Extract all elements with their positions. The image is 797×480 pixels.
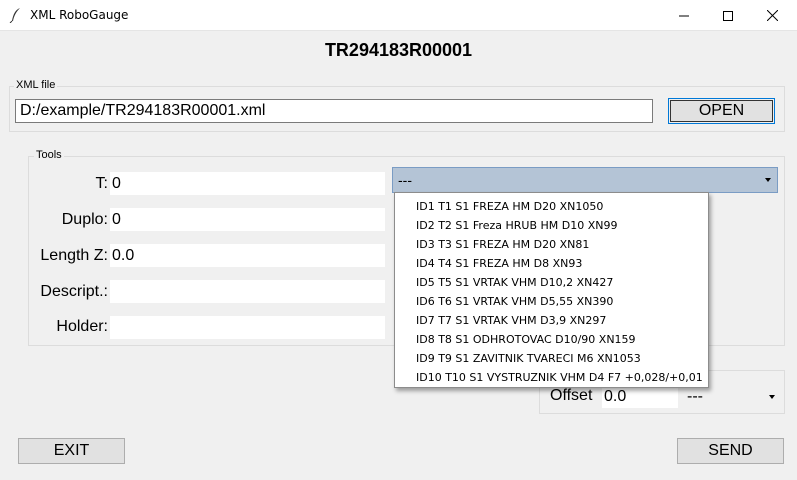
list-item[interactable]: ID7 T7 S1 VRTAK VHM D3,9 XN297: [395, 311, 708, 330]
list-item[interactable]: ID1 T1 S1 FREZA HM D20 XN1050: [395, 197, 708, 216]
list-item[interactable]: ID2 T2 S1 Freza HRUB HM D10 XN99: [395, 216, 708, 235]
list-item[interactable]: ID4 T4 S1 FREZA HM D8 XN93: [395, 254, 708, 273]
tool-holder-field[interactable]: [110, 316, 385, 339]
chevron-down-icon[interactable]: [765, 178, 771, 182]
list-item[interactable]: ID3 T3 S1 FREZA HM D20 XN81: [395, 235, 708, 254]
offset-select[interactable]: ---: [683, 386, 783, 408]
list-item[interactable]: ID10 T10 S1 VYSTRUZNIK VHM D4 F7 +0,028/…: [395, 368, 708, 387]
tool-t-field[interactable]: 0: [110, 172, 385, 195]
chevron-down-icon[interactable]: [769, 395, 775, 399]
tool-descript-field[interactable]: [110, 280, 385, 303]
list-item[interactable]: ID8 T8 S1 ODHROTOVAC D10/90 XN159: [395, 330, 708, 349]
tool-duplo-label: Duplo:: [61, 211, 108, 228]
tool-duplo-field[interactable]: 0: [110, 208, 385, 231]
list-item[interactable]: ID9 T9 S1 ZAVITNIK TVARECI M6 XN1053: [395, 349, 708, 368]
tool-select-value: ---: [398, 172, 412, 188]
tool-length-z-field[interactable]: 0.0: [110, 244, 385, 267]
tool-select[interactable]: ---: [392, 167, 778, 193]
xml-file-group-label: XML file: [14, 79, 58, 91]
window-title: XML RoboGauge: [30, 8, 129, 22]
open-button[interactable]: OPEN: [668, 98, 775, 124]
tool-length-z-label: Length Z:: [40, 247, 108, 264]
list-item[interactable]: ID6 T6 S1 VRTAK VHM D5,55 XN390: [395, 292, 708, 311]
minimize-icon: [678, 15, 689, 16]
minimize-button[interactable]: [661, 0, 706, 31]
maximize-icon: [722, 10, 733, 21]
exit-button[interactable]: EXIT: [18, 438, 125, 464]
tool-holder-label: Holder:: [56, 318, 108, 335]
maximize-button[interactable]: [705, 0, 750, 31]
tool-descript-label: Descript.:: [40, 283, 108, 300]
offset-label: Offset: [550, 387, 593, 404]
xml-path-field[interactable]: D:/example/TR294183R00001.xml: [15, 99, 653, 123]
close-button[interactable]: [750, 0, 795, 31]
title-bar: XML RoboGauge: [0, 0, 797, 31]
close-icon: [767, 10, 778, 21]
offset-field[interactable]: 0.0: [602, 386, 678, 408]
list-item[interactable]: ID5 T5 S1 VRTAK VHM D10,2 XN427: [395, 273, 708, 292]
feather-icon: [9, 7, 23, 24]
offset-select-value: ---: [687, 388, 703, 405]
tool-dropdown-list: ID1 T1 S1 FREZA HM D20 XN1050 ID2 T2 S1 …: [394, 192, 709, 388]
send-button[interactable]: SEND: [677, 438, 784, 464]
page-title: TR294183R00001: [324, 40, 473, 60]
tools-group-label: Tools: [34, 149, 64, 161]
tool-t-label: T:: [95, 175, 108, 192]
